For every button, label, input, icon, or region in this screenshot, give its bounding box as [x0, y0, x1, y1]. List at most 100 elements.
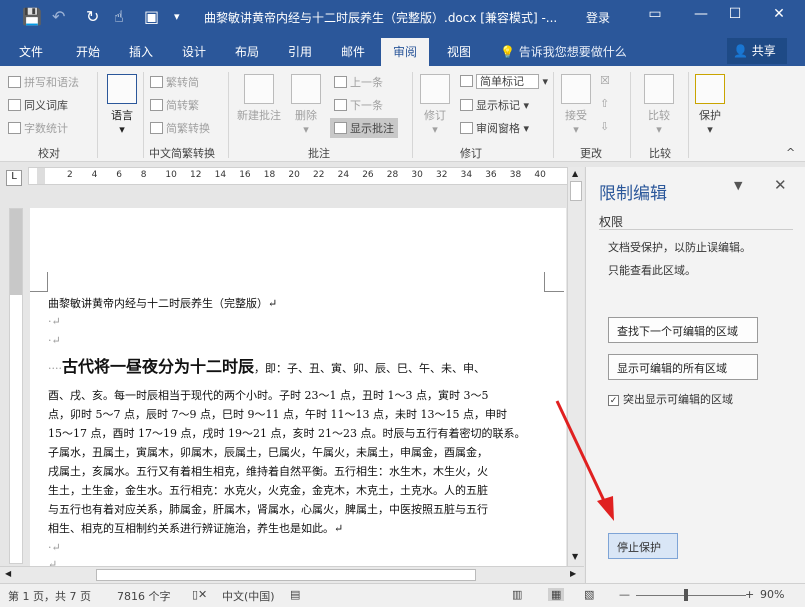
protect-button[interactable]: 保护 ▾ [688, 74, 732, 136]
scroll-right-icon[interactable]: ▶ [570, 569, 576, 578]
ruler-tick-label: 30 [411, 170, 423, 180]
language-status[interactable]: 中文(中国) [222, 588, 275, 604]
thesaurus-icon [8, 99, 21, 111]
tab-mailings[interactable]: 邮件 [341, 43, 365, 60]
empty-paragraph: ↵ [48, 558, 58, 566]
accept-button[interactable]: 接受 ▾ [556, 74, 596, 136]
show-comments-icon [334, 122, 347, 134]
web-layout-icon[interactable]: ▧ [584, 588, 594, 601]
print-layout-icon[interactable]: ▦ [548, 588, 565, 601]
restore-ribbon-button[interactable]: ▭ [640, 6, 670, 22]
undo-icon[interactable]: ↶ [52, 7, 65, 27]
prev-comment-button[interactable]: 上一条 [334, 74, 383, 90]
tab-home[interactable]: 开始 [76, 43, 100, 60]
touch-icon[interactable]: ☝ [114, 7, 124, 27]
find-next-region-button[interactable]: 查找下一个可编辑的区域 [608, 317, 758, 343]
tab-review[interactable]: 审阅 [381, 38, 430, 66]
reject-icon[interactable]: ☒ [600, 74, 610, 87]
tell-me-search[interactable]: 💡 告诉我您想要做什么 [500, 43, 627, 60]
read-mode-icon[interactable]: ▥ [512, 588, 522, 601]
maximize-button[interactable]: ☐ [720, 6, 750, 22]
body-line: 与五行也有着对应关系，肺属金，肝属木，肾属水，心属火，脾属土，中医按照五脏与五行 [48, 503, 488, 516]
delete-comment-button[interactable]: 删除 ▾ [284, 74, 328, 136]
tab-design[interactable]: 设计 [182, 43, 206, 60]
customize-icon[interactable]: ▾ [174, 7, 180, 27]
window-icon[interactable]: ▣ [144, 7, 159, 27]
ruler-tick-label: 36 [485, 170, 497, 180]
redo-icon[interactable]: ↻ [86, 7, 99, 27]
word-count-icon [8, 122, 21, 134]
pane-close-icon[interactable]: ✕ [774, 176, 787, 194]
zoom-in-button[interactable]: + [745, 588, 754, 601]
markup-select[interactable]: 简单标记 ▾ [460, 73, 548, 89]
convert-button[interactable]: 简繁转换 [150, 120, 210, 136]
tab-file[interactable]: 文件 [19, 43, 43, 60]
heading: 古代将一昼夜分为十二时辰 [62, 357, 255, 376]
document-page[interactable]: 曲黎敏讲黄帝内经与十二时辰养生（完整版）↵ ·↵ ·↵ ····古代将一昼夜分为… [30, 208, 566, 566]
to-traditional-button[interactable]: 繁转简 [150, 74, 199, 90]
tab-references[interactable]: 引用 [288, 43, 312, 60]
horizontal-scrollbar[interactable]: ◀ ▶ [0, 566, 584, 583]
tab-insert[interactable]: 插入 [129, 43, 153, 60]
heading-tail: ，即：子、丑、寅、卯、辰、巳、午、未、申、 [254, 362, 486, 375]
indent-marker[interactable] [37, 168, 45, 184]
zoom-out-button[interactable]: — [619, 588, 630, 601]
login-button[interactable]: 登录 [586, 9, 610, 26]
zoom-slider[interactable] [636, 595, 746, 596]
group-compare-label: 比较 [649, 147, 671, 160]
proofing-status-icon[interactable]: ▯✕ [192, 588, 207, 601]
tab-layout[interactable]: 布局 [235, 43, 259, 60]
share-button[interactable]: 👤 共享 [727, 38, 787, 64]
arrow-head [597, 496, 614, 521]
compare-button[interactable]: 比较 ▾ [637, 74, 681, 136]
ruler-tick-label: 16 [239, 170, 251, 180]
to-simplified-label: 简转繁 [166, 99, 199, 112]
markup-icon [460, 75, 473, 87]
ruler-tick-label: 6 [116, 170, 122, 180]
collapse-ribbon-icon[interactable]: ^ [786, 146, 795, 159]
close-button[interactable]: ✕ [764, 6, 794, 22]
highlight-checkbox-row[interactable]: ✓ 突出显示可编辑的区域 [608, 391, 733, 407]
macro-icon[interactable]: ▤ [290, 588, 300, 601]
zoom-level[interactable]: 90% [760, 588, 784, 601]
body-line: 子属水，丑属土，寅属木，卯属木，辰属土，巳属火，午属火，未属土，申属金，酉属金， [48, 446, 488, 459]
show-all-regions-button[interactable]: 显示可编辑的所有区域 [608, 354, 758, 380]
language-icon [107, 74, 137, 104]
stop-protection-button[interactable]: 停止保护 [608, 533, 678, 559]
pane-options-icon[interactable]: ▼ [734, 179, 742, 192]
next-change-icon[interactable]: ⇩ [600, 120, 609, 133]
new-comment-button[interactable]: 新建批注 [233, 74, 285, 123]
horizontal-scroll-thumb[interactable] [96, 569, 476, 581]
show-comments-button[interactable]: 显示批注 [330, 118, 398, 138]
language-label: 语言 [111, 109, 133, 122]
scroll-left-icon[interactable]: ◀ [5, 569, 11, 578]
thesaurus-button[interactable]: 同义词库 [8, 97, 68, 113]
show-markup-button[interactable]: 显示标记 ▾ [460, 97, 529, 113]
word-count-label: 字数统计 [24, 122, 68, 135]
tab-selector[interactable]: L [6, 170, 22, 186]
spelling-button[interactable]: 拼写和语法 [8, 74, 79, 90]
vertical-ruler [9, 208, 23, 564]
vertical-scroll-thumb[interactable] [570, 181, 582, 201]
page-count[interactable]: 第 1 页，共 7 页 [8, 588, 91, 604]
save-icon[interactable]: 💾 [22, 7, 42, 27]
next-comment-button[interactable]: 下一条 [334, 97, 383, 113]
scroll-up-icon[interactable]: ▲ [572, 169, 578, 178]
previous-change-icon[interactable]: ⇧ [600, 97, 609, 110]
ruler-tick-label: 2 [67, 170, 73, 180]
minimize-button[interactable]: — [686, 6, 716, 22]
review-pane-button[interactable]: 审阅窗格 ▾ [460, 120, 529, 136]
word-count-button[interactable]: 字数统计 [8, 120, 68, 136]
ruler-tick-label: 40 [534, 170, 546, 180]
track-changes-button[interactable]: 修订 ▾ [414, 74, 456, 136]
scroll-down-icon[interactable]: ▼ [572, 552, 578, 561]
status-bar: 第 1 页，共 7 页 7816 个字 ▯✕ 中文(中国) ▤ ▥ ▦ ▧ — … [0, 583, 805, 607]
word-count[interactable]: 7816 个字 [117, 588, 171, 604]
to-simplified-button[interactable]: 简转繁 [150, 97, 199, 113]
horizontal-ruler[interactable]: 2 4 6 8 10 12 14 16 18 20 22 24 26 28 30 32 34 36 38 40 [28, 167, 568, 185]
body-line: 15～17 点，酉时 17～19 点，戌时 19～21 点，亥时 21～23 点… [48, 427, 526, 440]
language-button[interactable]: 语言 ▾ [98, 74, 146, 136]
tab-view[interactable]: 视图 [447, 43, 471, 60]
zoom-slider-thumb[interactable] [683, 589, 688, 601]
group-divider [412, 72, 413, 158]
